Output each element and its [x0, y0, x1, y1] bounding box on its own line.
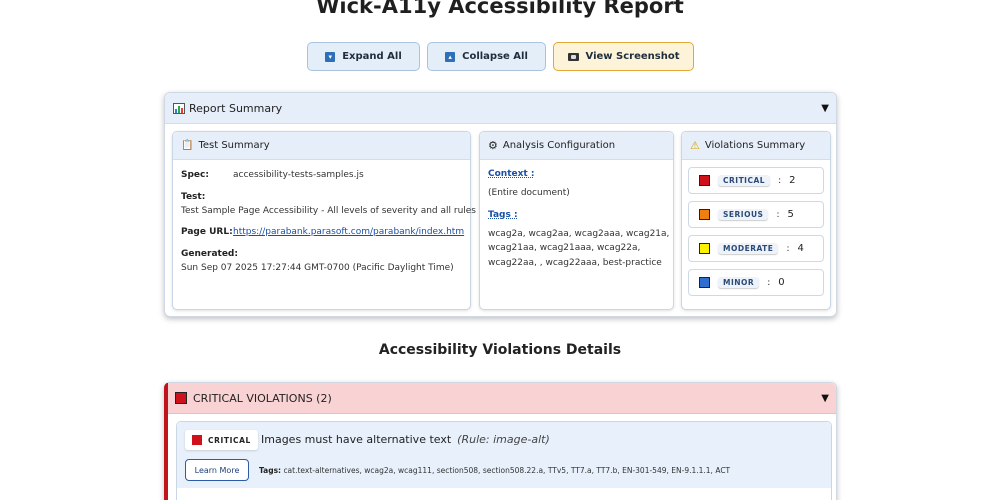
violation-tags-value: cat.text-alternatives, wcag2a, wcag111, …: [283, 466, 731, 475]
test-label-row: Test:: [181, 192, 205, 202]
collapse-all-button[interactable]: ▴ Collapse All: [427, 42, 546, 71]
violation-row-serious[interactable]: SERIOUS : 5: [688, 201, 824, 228]
critical-sep: :: [778, 175, 782, 186]
expand-all-button[interactable]: ▾ Expand All: [307, 42, 420, 71]
page-url-row: Page URL: https://parabank.parasoft.com/…: [181, 227, 464, 237]
moderate-color-icon: [699, 243, 710, 254]
screenshot-icon: [567, 52, 579, 61]
serious-sep: :: [776, 209, 780, 220]
critical-badge-icon: [192, 435, 202, 445]
expand-icon: ▾: [325, 51, 336, 62]
collapse-icon: ▴: [445, 51, 456, 62]
critical-violations-panel: CRITICAL VIOLATIONS (2) ▼ CRITICAL Image…: [164, 382, 837, 500]
critical-violations-title: CRITICAL VIOLATIONS (2): [193, 391, 332, 405]
moderate-sep: :: [786, 243, 790, 254]
analysis-config-header: ⚙ Analysis Configuration: [480, 132, 673, 160]
critical-badge: CRITICAL: [185, 430, 258, 450]
critical-count: 2: [789, 175, 796, 186]
generated-value: Sun Sep 07 2025 17:27:44 GMT-0700 (Pacif…: [181, 263, 454, 273]
page-title: Wick-A11y Accessibility Report: [316, 0, 684, 18]
violations-summary-card: ⚠ Violations Summary CRITICAL : 2 SERIOU…: [681, 131, 831, 310]
tags-line-3: wcag22aa, , wcag22aaa, best-practice: [488, 258, 662, 268]
minor-label: MINOR: [718, 277, 760, 288]
violation-row-moderate[interactable]: MODERATE : 4: [688, 235, 824, 262]
tags-line-1: wcag2a, wcag2aa, wcag2aaa, wcag21a,: [488, 229, 670, 239]
serious-label: SERIOUS: [718, 209, 769, 220]
violations-details-title: Accessibility Violations Details: [378, 342, 622, 358]
spec-value: accessibility-tests-samples.js: [233, 170, 364, 180]
violation-tags: Tags: cat.text-alternatives, wcag2a, wca…: [259, 466, 730, 475]
minor-count: 0: [778, 277, 785, 288]
critical-badge-label: CRITICAL: [208, 435, 251, 445]
spec-row: Spec: accessibility-tests-samples.js: [181, 170, 364, 180]
minor-sep: :: [767, 277, 771, 288]
critical-square-icon: [175, 392, 187, 404]
violations-summary-title: Violations Summary: [704, 140, 806, 151]
violation-card-header: CRITICAL Images must have alternative te…: [177, 422, 831, 488]
report-summary-title: Report Summary: [189, 101, 283, 115]
view-screenshot-label: View Screenshot: [585, 51, 680, 62]
report-summary-panel: Report Summary ▼ 📋 Test Summary Spec: ac…: [164, 92, 837, 317]
context-label: Context :: [488, 169, 535, 179]
report-summary-header[interactable]: Report Summary: [165, 93, 836, 124]
gear-icon: ⚙: [488, 139, 498, 152]
generated-label: Generated:: [181, 249, 238, 259]
page-url-link[interactable]: https://parabank.parasoft.com/parabank/i…: [233, 227, 464, 237]
serious-count: 5: [787, 209, 794, 220]
moderate-label: MODERATE: [718, 243, 779, 254]
violation-card: CRITICAL Images must have alternative te…: [176, 421, 832, 500]
violation-rule: (Rule: image-alt): [457, 433, 550, 446]
tags-line-2: wcag21aa, wcag21aaa, wcag22a,: [488, 243, 641, 253]
spec-label: Spec:: [181, 170, 209, 180]
test-summary-card: 📋 Test Summary Spec: accessibility-tests…: [172, 131, 476, 310]
chevron-down-icon[interactable]: ▼: [821, 393, 829, 404]
critical-violations-header[interactable]: CRITICAL VIOLATIONS (2): [168, 383, 836, 414]
critical-label: CRITICAL: [718, 175, 771, 186]
violation-row-minor[interactable]: MINOR : 0: [688, 269, 824, 296]
violation-tags-label: Tags:: [259, 466, 282, 475]
test-label: Test:: [181, 192, 206, 202]
violation-row-critical[interactable]: CRITICAL : 2: [688, 167, 824, 194]
test-summary-title: Test Summary: [198, 140, 270, 151]
tags-label: Tags :: [488, 210, 518, 220]
test-summary-header: 📋 Test Summary: [173, 132, 470, 160]
clipboard-icon: 📋: [181, 140, 194, 151]
context-value: (Entire document): [488, 188, 570, 198]
view-screenshot-button[interactable]: View Screenshot: [553, 42, 694, 71]
violation-title: Images must have alternative text (Rule: …: [261, 433, 550, 446]
learn-more-button[interactable]: Learn More: [185, 459, 249, 481]
serious-color-icon: [699, 209, 710, 220]
minor-color-icon: [699, 277, 710, 288]
warning-icon: ⚠: [690, 139, 700, 152]
analysis-config-title: Analysis Configuration: [502, 140, 616, 151]
bar-chart-icon: [173, 102, 185, 114]
chevron-down-icon[interactable]: ▼: [821, 103, 829, 114]
violations-summary-header: ⚠ Violations Summary: [682, 132, 830, 160]
page-url-label: Page URL:: [181, 227, 233, 237]
critical-color-icon: [699, 175, 710, 186]
test-value: Test Sample Page Accessibility - All lev…: [181, 206, 477, 216]
generated-label-row: Generated:: [181, 249, 238, 259]
analysis-config-card: ⚙ Analysis Configuration Context : (Enti…: [479, 131, 674, 310]
expand-all-label: Expand All: [342, 51, 402, 62]
moderate-count: 4: [797, 243, 804, 254]
collapse-all-label: Collapse All: [462, 51, 528, 62]
